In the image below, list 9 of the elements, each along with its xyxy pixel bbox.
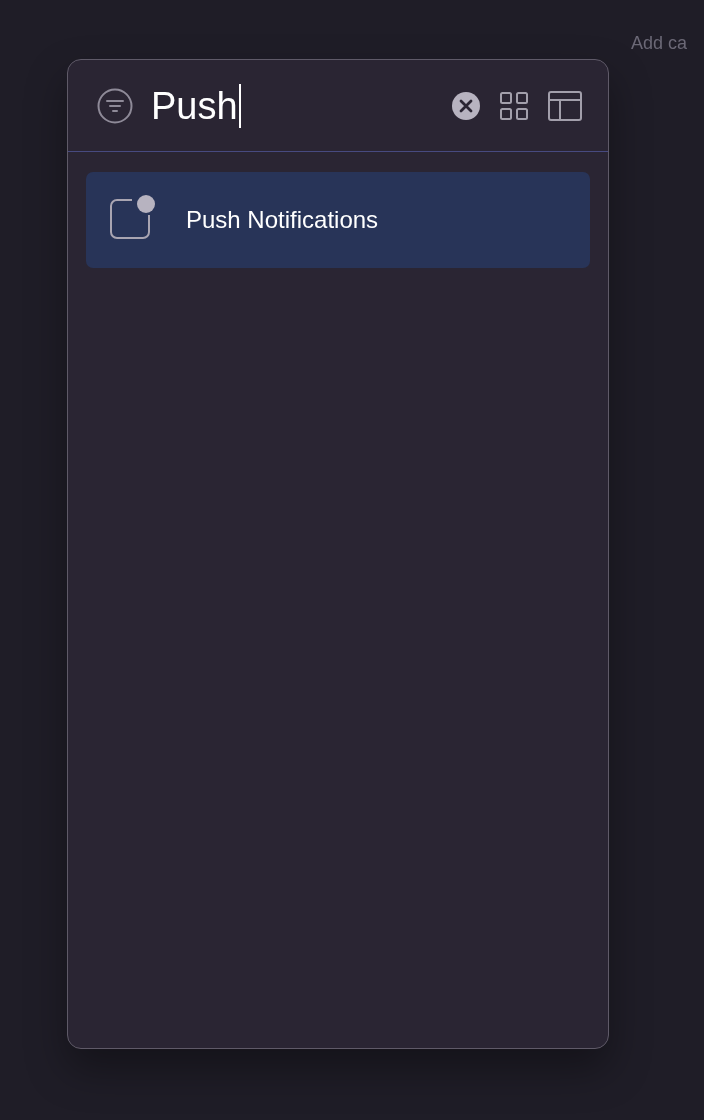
search-field[interactable]: Push	[151, 80, 432, 131]
text-cursor	[238, 83, 241, 128]
background-label: Add ca	[631, 33, 688, 54]
result-label: Push Notifications	[186, 206, 379, 234]
filter-icon[interactable]	[97, 87, 133, 124]
layout-icon[interactable]	[548, 90, 582, 121]
clear-icon[interactable]	[452, 91, 480, 120]
grid-icon[interactable]	[500, 91, 528, 120]
result-item[interactable]: Push Notifications	[86, 172, 590, 268]
